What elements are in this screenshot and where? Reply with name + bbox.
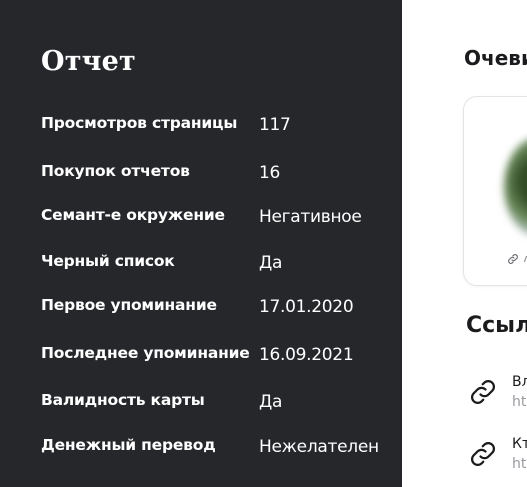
row-label-report-purchases: Покупок отчетов bbox=[41, 162, 190, 180]
links-section-title: Ссыл bbox=[466, 313, 527, 338]
row-label-blacklist: Черный список bbox=[41, 252, 175, 270]
eyewitness-section-title: Очеви bbox=[464, 46, 527, 70]
row-label-last-mention: Последнее упоминание bbox=[41, 344, 250, 362]
link-item[interactable]: Кт ht bbox=[468, 436, 527, 480]
row-label-money-transfer: Денежный перевод bbox=[41, 436, 216, 454]
link-icon bbox=[508, 254, 518, 264]
row-value-blacklist: Да bbox=[259, 253, 283, 273]
row-label-semantic-environment: Семант-е окружение bbox=[41, 206, 225, 224]
link-url[interactable]: ht bbox=[512, 456, 526, 472]
row-label-page-views: Просмотров страницы bbox=[41, 114, 238, 132]
row-value-money-transfer: Нежелателен bbox=[259, 437, 379, 457]
row-value-card-validity: Да bbox=[259, 392, 283, 412]
row-value-last-mention: 16.09.2021 bbox=[259, 345, 354, 365]
link-title[interactable]: Кт bbox=[512, 436, 527, 452]
row-label-card-validity: Валидность карты bbox=[41, 391, 205, 409]
link-title[interactable]: Вл bbox=[512, 374, 527, 390]
media-thumbnail[interactable] bbox=[504, 137, 527, 237]
eyewitness-media-card[interactable] bbox=[463, 96, 527, 286]
report-title: Отчет bbox=[41, 46, 136, 77]
link-item[interactable]: Вл ht bbox=[468, 374, 527, 418]
link-icon bbox=[470, 379, 496, 405]
row-label-first-mention: Первое упоминание bbox=[41, 296, 217, 314]
row-value-page-views: 117 bbox=[259, 115, 291, 135]
right-content-area: Очеви Ссыл Вл ht Кт ht bbox=[402, 0, 527, 487]
link-url[interactable]: ht bbox=[512, 394, 526, 410]
report-panel: Отчет Просмотров страницы 117 Покупок от… bbox=[0, 0, 402, 487]
row-value-report-purchases: 16 bbox=[259, 163, 281, 183]
row-value-first-mention: 17.01.2020 bbox=[259, 297, 354, 317]
link-icon bbox=[470, 441, 496, 467]
row-value-semantic-environment: Негативное bbox=[259, 207, 362, 227]
